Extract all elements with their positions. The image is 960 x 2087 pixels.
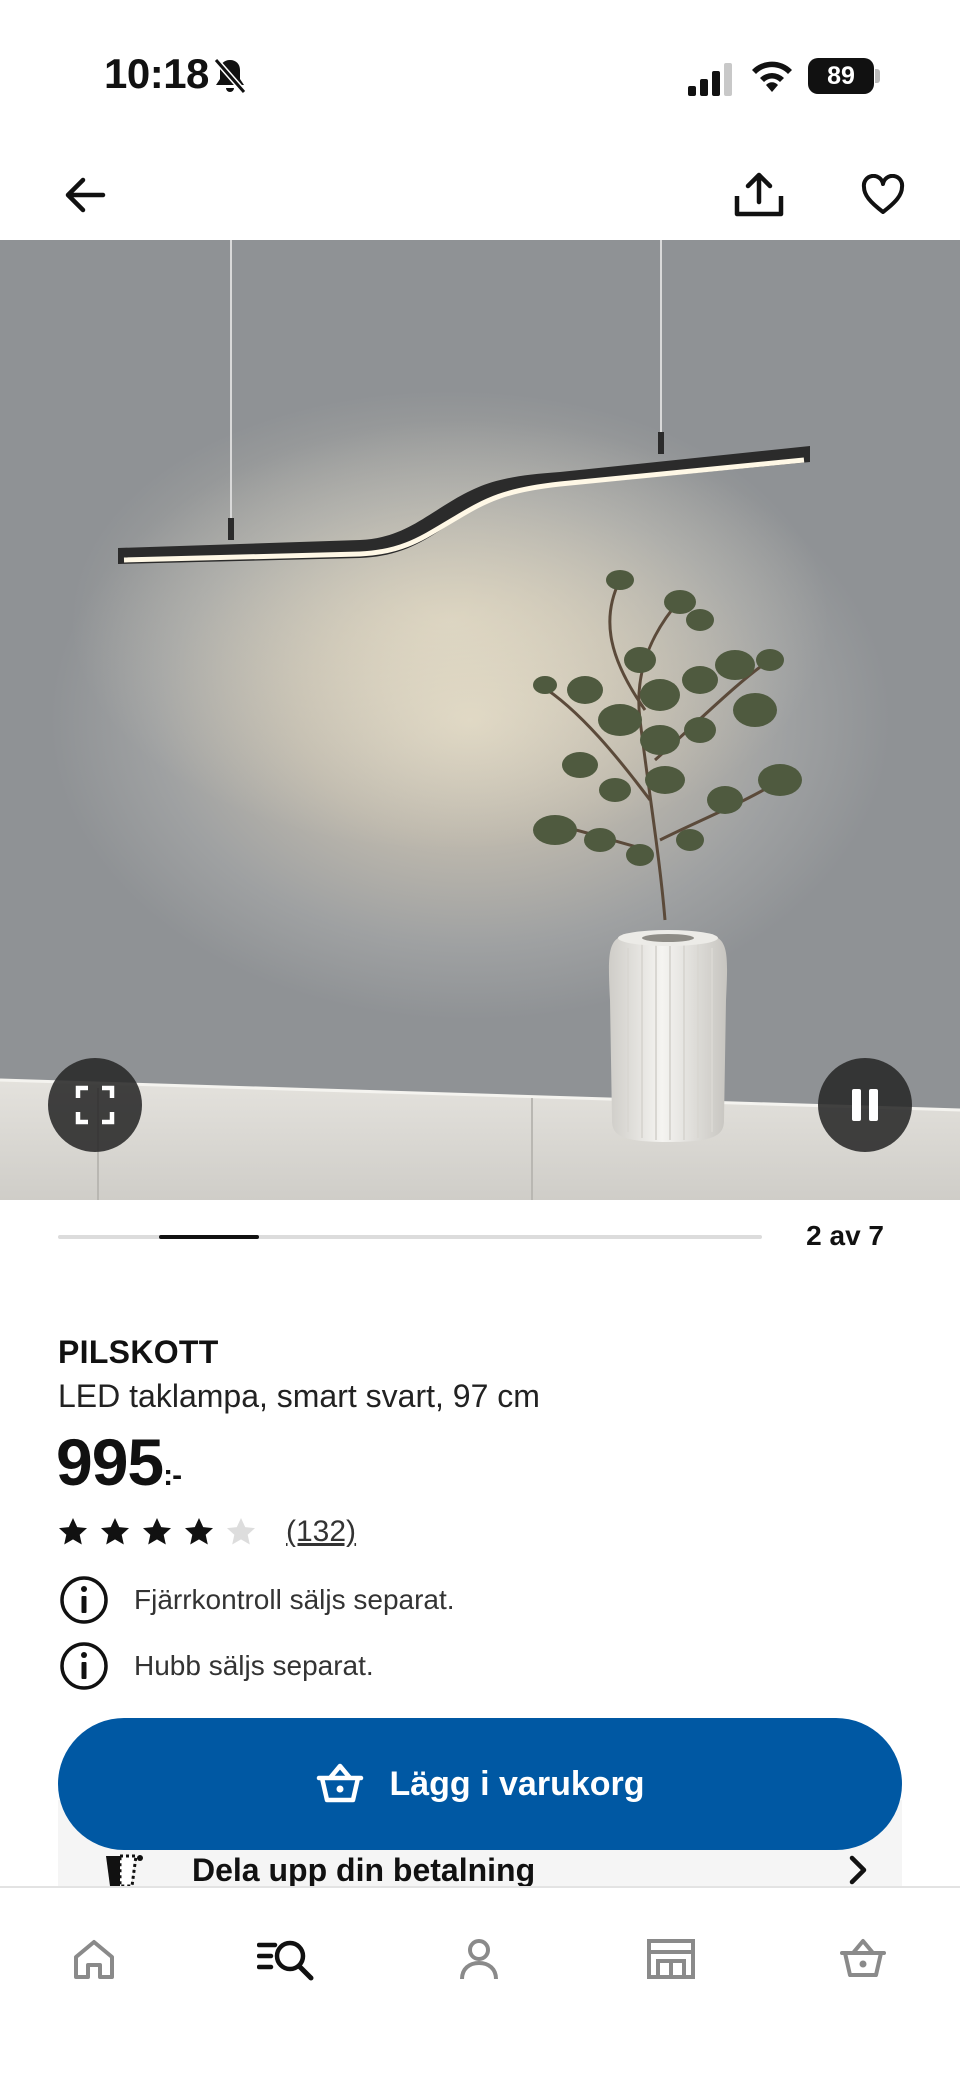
signal-icon: [688, 63, 732, 96]
bell-off-icon: [213, 58, 247, 94]
wifi-icon: [752, 61, 792, 92]
person-icon: [460, 1939, 498, 1980]
price-amount: 995: [56, 1425, 164, 1499]
notice-hub: Hubb säljs separat.: [58, 1640, 374, 1692]
price-suffix: :-: [163, 1459, 182, 1492]
split-payment-label: Dela upp din betalning: [192, 1852, 536, 1888]
product-description: LED taklampa, smart svart, 97 cm: [58, 1378, 540, 1414]
product-photo-scene: [0, 240, 960, 1200]
share-button[interactable]: [726, 162, 792, 228]
fullscreen-icon: [75, 1085, 115, 1125]
pause-icon: [852, 1089, 878, 1121]
arrow-left-icon: [65, 177, 106, 213]
search-list-icon: [257, 1940, 314, 1981]
back-button[interactable]: [52, 162, 118, 228]
notice-text: Fjärrkontroll säljs separat.: [134, 1584, 455, 1615]
notice-text: Hubb säljs separat.: [134, 1650, 374, 1681]
home-icon: [74, 1940, 114, 1979]
product-rating[interactable]: (132): [58, 1512, 356, 1552]
split-payment-icon: [106, 1854, 143, 1888]
product-image[interactable]: [0, 240, 960, 1200]
info-icon: [60, 1576, 108, 1624]
star-filled-icon: [101, 1518, 129, 1545]
tab-store[interactable]: [627, 1924, 715, 1994]
star-filled-icon: [185, 1518, 213, 1545]
tab-profile[interactable]: [435, 1924, 523, 1994]
tab-search[interactable]: [242, 1924, 330, 1994]
carousel-progress-track: [58, 1235, 762, 1239]
top-nav: [0, 150, 960, 240]
pause-button[interactable]: [818, 1058, 912, 1152]
basket-icon: [317, 1763, 364, 1803]
product-brand: PILSKOTT: [58, 1334, 219, 1370]
basket-icon: [840, 1939, 886, 1977]
notice-remote: Fjärrkontroll säljs separat.: [58, 1574, 455, 1626]
star-filled-icon: [59, 1518, 87, 1545]
info-icon: [60, 1642, 108, 1690]
add-to-cart-button[interactable]: Lägg i varukorg: [58, 1718, 902, 1850]
carousel-progress-indicator: [158, 1235, 260, 1239]
tab-home[interactable]: [50, 1924, 138, 1994]
slide-counter: 2 av 7: [806, 1220, 884, 1251]
status-bar: 10:18 89: [0, 0, 960, 150]
chevron-right-icon: [849, 1855, 867, 1885]
star-empty-icon: [227, 1518, 255, 1545]
heart-icon: [861, 174, 905, 214]
bottom-tab-bar: [0, 1886, 960, 2087]
battery-level: 89: [808, 58, 874, 94]
battery-tip: [875, 69, 880, 83]
product-price: 995:-: [56, 1424, 182, 1500]
star-filled-icon: [143, 1518, 171, 1545]
review-count-link[interactable]: (132): [286, 1515, 356, 1549]
add-to-cart-label: Lägg i varukorg: [389, 1764, 645, 1803]
status-time: 10:18: [104, 50, 209, 97]
favorite-button[interactable]: [850, 162, 916, 228]
rating-stars: [58, 1517, 268, 1547]
fullscreen-button[interactable]: [48, 1058, 142, 1152]
tab-cart[interactable]: [819, 1924, 907, 1994]
store-icon: [647, 1939, 695, 1979]
share-icon: [734, 172, 784, 217]
battery-icon: 89: [808, 58, 880, 94]
